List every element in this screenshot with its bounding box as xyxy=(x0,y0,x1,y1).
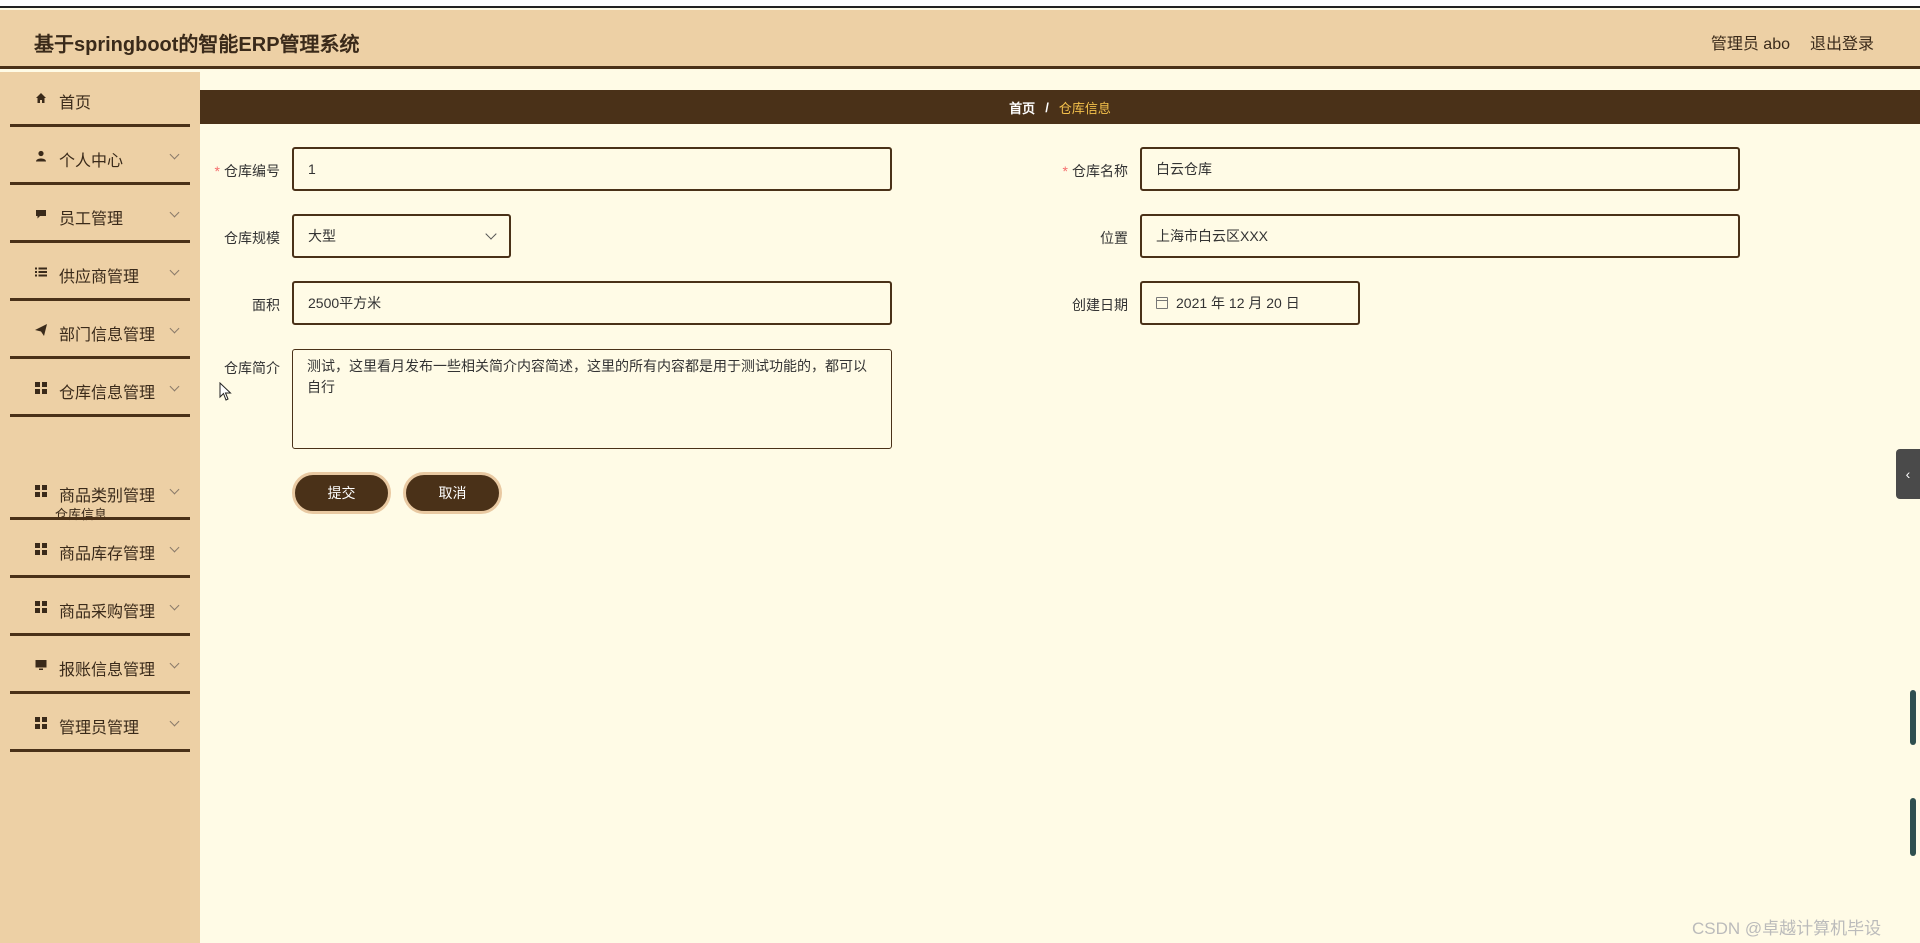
sidebar-item-supplier[interactable]: 供应商管理 xyxy=(10,246,190,301)
sidebar-item-label: 商品库存管理 xyxy=(59,546,156,563)
chevron-down-icon xyxy=(169,265,180,276)
sidebar-item-warehouse[interactable]: 仓库信息管理 xyxy=(10,362,190,417)
list-icon xyxy=(34,265,48,279)
chevron-down-icon xyxy=(169,600,180,611)
current-user: 管理员 abo xyxy=(1710,36,1790,53)
grid-icon xyxy=(34,484,48,498)
sidebar-item-employee[interactable]: 员工管理 xyxy=(10,188,190,243)
area-label: 面积 xyxy=(252,297,280,313)
app-title: 基于springboot的智能ERP管理系统 xyxy=(34,34,360,56)
sidebar-item-purchase[interactable]: 商品采购管理 xyxy=(10,581,190,636)
chat-icon xyxy=(34,207,48,221)
sidebar: 首页 个人中心 员工管理 供应商管理 部门信息管理 仓库信息管理 仓库信息 商品… xyxy=(0,72,200,943)
grid-icon xyxy=(34,716,48,730)
sidebar-item-category[interactable]: 商品类别管理 xyxy=(10,465,190,520)
chevron-down-icon xyxy=(169,484,180,495)
breadcrumb: 首页 / 仓库信息 xyxy=(200,90,1920,124)
calendar-icon xyxy=(1156,297,1168,309)
side-panel-toggle[interactable]: ‹ xyxy=(1896,449,1920,499)
required-mark: * xyxy=(214,163,220,179)
warehouse-no-label: * 仓库编号 xyxy=(214,163,280,179)
created-date-picker[interactable]: 2021 年 12 月 20 日 xyxy=(1140,281,1360,325)
sidebar-item-label: 商品采购管理 xyxy=(59,604,156,621)
intro-textarea[interactable]: 测试，这里看月发布一些相关简介内容简述，这里的所有内容都是用于测试功能的，都可以… xyxy=(292,349,892,449)
chevron-down-icon xyxy=(169,207,180,218)
watermark: CSDN @卓越计算机毕设 xyxy=(1692,919,1882,938)
intro-label: 仓库简介 xyxy=(224,360,280,376)
chevron-down-icon xyxy=(169,542,180,553)
chevron-down-icon xyxy=(169,716,180,727)
cancel-button[interactable]: 取消 xyxy=(403,472,502,514)
warehouse-name-label: * 仓库名称 xyxy=(1062,163,1128,179)
required-mark: * xyxy=(1062,163,1068,179)
sidebar-item-label: 部门信息管理 xyxy=(59,327,156,344)
location-input[interactable]: 上海市白云区XXX xyxy=(1140,214,1740,258)
chevron-left-icon: ‹ xyxy=(1905,466,1911,482)
created-date-value: 2021 年 12 月 20 日 xyxy=(1176,295,1300,311)
sidebar-item-reimbursement[interactable]: 报账信息管理 xyxy=(10,639,190,694)
grid-icon xyxy=(34,542,48,556)
created-date-label: 创建日期 xyxy=(1072,297,1128,313)
home-icon xyxy=(34,91,48,105)
grid-icon xyxy=(34,600,48,614)
sidebar-item-home[interactable]: 首页 xyxy=(10,72,190,127)
breadcrumb-separator: / xyxy=(1045,99,1049,115)
sidebar-item-label: 员工管理 xyxy=(59,211,124,228)
breadcrumb-home[interactable]: 首页 xyxy=(1009,98,1035,117)
chevron-down-icon xyxy=(169,149,180,160)
area-input[interactable]: 2500平方米 xyxy=(292,281,892,325)
chevron-down-icon xyxy=(169,381,180,392)
sidebar-item-admin[interactable]: 管理员管理 xyxy=(10,697,190,752)
monitor-icon xyxy=(34,658,48,672)
logout-link[interactable]: 退出登录 xyxy=(1810,30,1874,54)
warehouse-scale-select[interactable]: 大型 xyxy=(292,214,511,258)
sidebar-item-label: 供应商管理 xyxy=(59,269,140,286)
sidebar-item-personal-center[interactable]: 个人中心 xyxy=(10,130,190,185)
app-header: 基于springboot的智能ERP管理系统 管理员 abo 退出登录 xyxy=(0,10,1920,69)
send-icon xyxy=(34,323,48,337)
warehouse-scale-value: 大型 xyxy=(308,228,336,244)
sidebar-item-inventory[interactable]: 商品库存管理 xyxy=(10,523,190,578)
sidebar-item-department[interactable]: 部门信息管理 xyxy=(10,304,190,359)
breadcrumb-current: 仓库信息 xyxy=(1058,100,1111,116)
sidebar-item-label: 报账信息管理 xyxy=(59,662,156,679)
warehouse-no-input[interactable]: 1 xyxy=(292,147,892,191)
grid-icon xyxy=(34,381,48,395)
sidebar-item-label: 管理员管理 xyxy=(59,720,140,737)
user-icon xyxy=(34,149,48,163)
sidebar-item-label: 商品类别管理 xyxy=(59,488,156,505)
submit-button[interactable]: 提交 xyxy=(292,472,391,514)
top-strip xyxy=(0,0,1920,8)
warehouse-scale-label: 仓库规模 xyxy=(224,230,280,246)
sidebar-item-label: 首页 xyxy=(59,95,92,112)
scroll-indicator[interactable] xyxy=(1910,690,1916,745)
scroll-indicator[interactable] xyxy=(1910,798,1916,856)
chevron-down-icon xyxy=(485,228,497,240)
warehouse-name-input[interactable]: 白云仓库 xyxy=(1140,147,1740,191)
location-label: 位置 xyxy=(1100,230,1128,246)
sidebar-item-label: 仓库信息管理 xyxy=(59,385,156,402)
sidebar-item-label: 个人中心 xyxy=(59,153,124,170)
chevron-down-icon xyxy=(169,323,180,334)
chevron-down-icon xyxy=(169,658,180,669)
